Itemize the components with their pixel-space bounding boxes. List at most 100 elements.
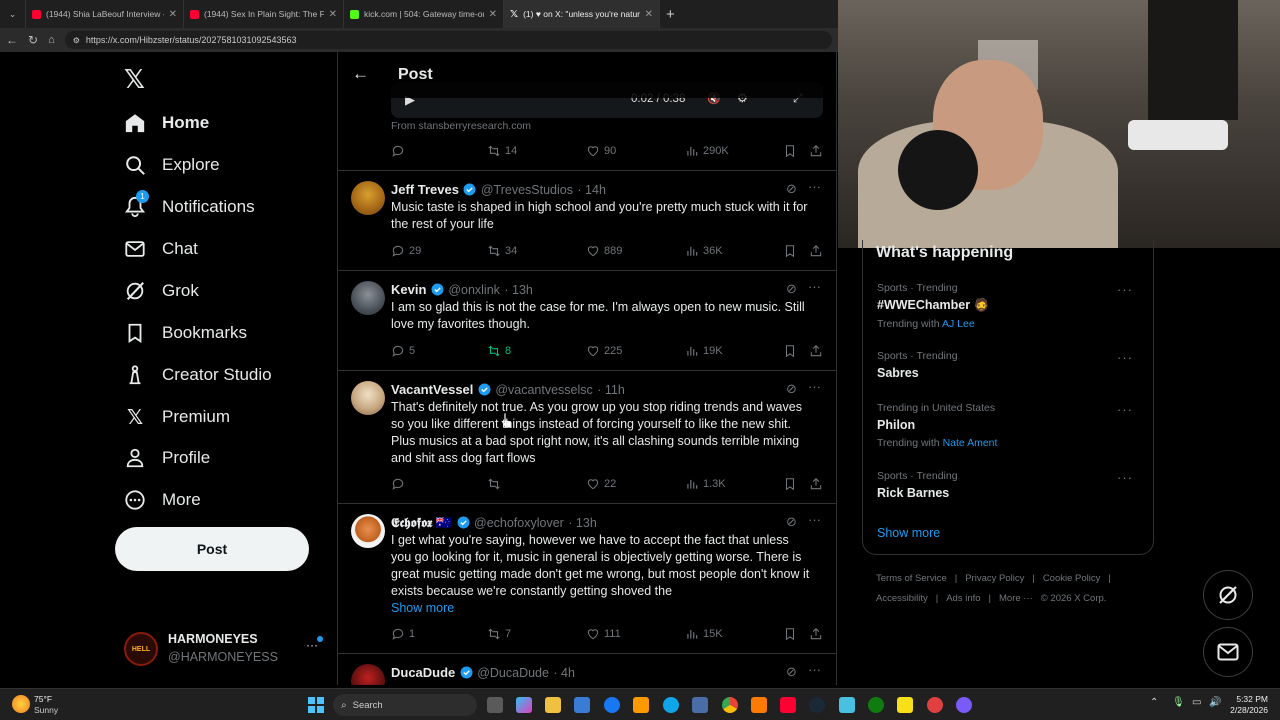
share-button[interactable] [809,244,823,258]
avatar[interactable] [351,664,385,685]
retweet-button[interactable]: 34 [487,244,517,258]
avatar[interactable] [351,381,385,415]
like-button[interactable]: 889 [586,244,622,258]
author-name[interactable]: DucaDude [391,665,455,680]
sidebar-item-more[interactable]: More [124,485,201,515]
more-options-icon[interactable]: ··· [808,379,821,394]
sidebar-item-bookmarks[interactable]: Bookmarks [124,318,247,348]
reply-button[interactable]: 5 [391,344,415,358]
share-button[interactable] [809,627,823,641]
retweet-button[interactable] [487,477,501,491]
browser-tab-active[interactable]: 𝕏 (1) ♥ on X: "unless you're natura ✕ [504,0,660,28]
reply-tweet[interactable]: VacantVessel @vacantvesselsc · 11h ⊘ ···… [338,371,836,504]
retweet-button[interactable]: 7 [487,627,511,641]
grok-icon[interactable]: ⊘ [786,281,797,297]
footer-link[interactable]: More ··· [999,593,1033,604]
amazon-icon[interactable] [633,697,649,713]
weather-sun-icon[interactable] [12,695,30,713]
bookmark-button[interactable] [783,627,797,641]
browser-tab[interactable]: (1944) Sex In Plain Sight: The Figu ✕ [184,0,344,28]
avatar[interactable] [351,281,385,315]
grok-icon[interactable]: ⊘ [786,181,797,197]
more-options-icon[interactable]: ··· [808,279,821,294]
footer-link[interactable]: Ads info [946,593,980,604]
trend-item[interactable]: Sports · Trending #WWEChamber 🧔 Trending… [877,282,1147,330]
reply-button[interactable] [391,477,405,491]
mail-icon[interactable] [574,697,590,713]
browser-tab[interactable]: kick.com | 504: Gateway time-out ✕ [344,0,504,28]
app-icon[interactable] [956,697,972,713]
calculator-icon[interactable] [692,697,708,713]
reply-button[interactable] [391,144,405,158]
sidebar-item-chat[interactable]: Chat [124,234,198,264]
account-more-icon[interactable]: ··· [306,638,318,652]
file-explorer-icon[interactable] [545,697,561,713]
trend-item[interactable]: Sports · Trending Rick Barnes ··· [877,470,1147,500]
close-tab-icon[interactable]: ✕ [645,9,653,20]
tweet-time[interactable]: · 13h [568,516,597,530]
sidebar-item-grok[interactable]: Grok [124,276,199,306]
grok-icon[interactable]: ⊘ [786,381,797,397]
views-button[interactable]: 19K [685,344,723,358]
back-arrow-icon[interactable]: ← [352,64,369,84]
sidebar-item-premium[interactable]: 𝕏 Premium [124,402,230,432]
more-options-icon[interactable]: ··· [1117,402,1133,417]
reply-tweet[interactable]: Jeff Treves @TrevesStudios · 14h ⊘ ··· M… [338,171,836,271]
author-handle[interactable]: @onxlink [448,283,500,297]
steam-icon[interactable] [809,697,825,713]
views-button[interactable]: 290K [685,144,729,158]
show-more-link[interactable]: Show more [391,601,454,615]
vlc-icon[interactable] [751,697,767,713]
like-button[interactable]: 225 [586,344,622,358]
author-handle[interactable]: @echofoxylover [474,516,564,530]
author-name[interactable]: 𝕰𝖈𝖍𝖔𝖋𝖔𝖝 🇦🇺 [391,515,452,530]
messages-fab-button[interactable] [1203,627,1253,677]
obs-icon[interactable] [927,697,943,713]
bookmark-button[interactable] [783,244,797,258]
network-icon[interactable]: ▭ [1192,697,1201,708]
more-options-icon[interactable]: ··· [1117,350,1133,365]
reload-icon[interactable]: ↻ [28,33,38,47]
tweet-time[interactable]: · 14h [577,183,606,197]
reply-tweet[interactable]: 𝕰𝖈𝖍𝖔𝖋𝖔𝖝 🇦🇺 @echofoxylover · 13h ⊘ ··· I … [338,504,836,654]
footer-link[interactable]: Privacy Policy [965,573,1024,584]
author-name[interactable]: VacantVessel [391,382,473,397]
more-options-icon[interactable]: ··· [808,179,821,194]
clock-time[interactable]: 5:32 PM [1228,694,1268,704]
bookmark-button[interactable] [783,344,797,358]
more-options-icon[interactable]: ··· [808,662,821,677]
share-button[interactable] [809,344,823,358]
like-button[interactable]: 22 [586,477,616,491]
more-options-icon[interactable]: ··· [1117,282,1133,297]
back-arrow-icon[interactable]: ← [6,33,18,47]
account-switcher[interactable]: HELL HARMONEYES @HARMONEYESS ··· [124,632,334,672]
browser-tab[interactable]: (1944) Shia LaBeouf Interview - Yo ✕ [26,0,184,28]
bookmark-button[interactable] [783,477,797,491]
grok-fab-button[interactable] [1203,570,1253,620]
reply-tweet[interactable]: Kevin @onxlink · 13h ⊘ ··· I am so glad … [338,271,836,429]
facebook-icon[interactable] [604,697,620,713]
sidebar-item-notifications[interactable]: 1 Notifications [124,190,255,222]
trend-item[interactable]: Trending in United States Philon Trendin… [877,402,1147,449]
footer-link[interactable]: Accessibility [876,593,928,604]
share-button[interactable] [809,477,823,491]
new-tab-button[interactable]: + [660,0,681,28]
trend-item[interactable]: Sports · Trending Sabres ··· [877,350,1147,380]
post-button[interactable]: Post [115,527,309,571]
author-name[interactable]: Jeff Treves [391,182,459,197]
url-input[interactable]: ⚙ https://x.com/Hibzster/status/20275810… [64,31,832,49]
avatar[interactable] [351,514,385,548]
more-options-icon[interactable]: ··· [1117,470,1133,485]
grok-icon[interactable]: ⊘ [786,514,797,530]
more-options-icon[interactable]: ··· [808,512,821,527]
notes-icon[interactable] [897,697,913,713]
reply-button[interactable]: 29 [391,244,421,258]
tweet-time[interactable]: · 4h [553,666,575,680]
retweet-button[interactable]: 14 [487,144,517,158]
author-handle[interactable]: @TrevesStudios [481,183,573,197]
taskbar-search-box[interactable]: ⌕ Search [333,694,477,716]
footer-link[interactable]: Terms of Service [876,573,947,584]
author-handle[interactable]: @DucaDude [477,666,549,680]
weather-desc[interactable]: Sunny [34,705,58,715]
copilot-icon[interactable] [516,697,532,713]
